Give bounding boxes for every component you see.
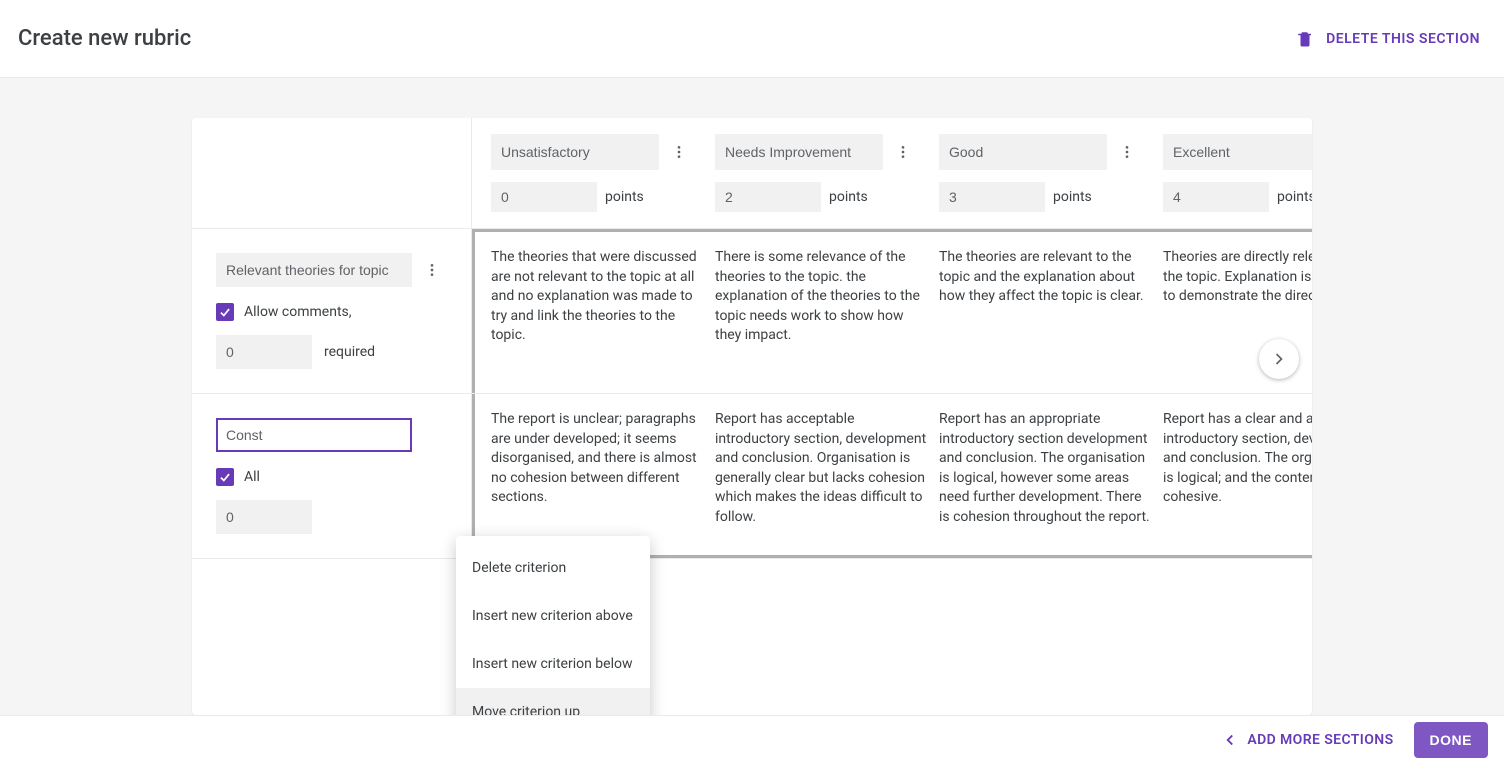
allow-comments-checkbox-0[interactable] (216, 303, 234, 321)
criterion-row-0: Allow comments, required The theories th… (192, 229, 1312, 394)
check-icon (218, 305, 232, 319)
criterion-desc-0-3[interactable]: Theories are directly relevant to the to… (1163, 248, 1312, 307)
scroll-right-button[interactable] (1259, 339, 1299, 379)
criterion-grid-0: The theories that were discussed are not… (472, 229, 1312, 393)
trash-icon (1296, 30, 1314, 48)
level-points-input-0[interactable] (491, 182, 597, 212)
page-title: Create new rubric (18, 26, 191, 51)
add-more-sections-button[interactable]: ADD MORE SECTIONS (1221, 731, 1393, 749)
add-more-sections-label: ADD MORE SECTIONS (1247, 732, 1393, 748)
level-points-input-3[interactable] (1163, 182, 1269, 212)
header-bar: Create new rubric DELETE THIS SECTION (0, 0, 1504, 78)
criterion-side-1: All (192, 394, 472, 558)
criterion-context-menu: Delete criterion Insert new criterion ab… (456, 536, 650, 715)
allow-comments-label-0: Allow comments, (244, 304, 352, 320)
more-vert-icon (895, 144, 911, 160)
chevron-left-icon (1221, 731, 1239, 749)
level-name-input-1[interactable] (715, 134, 883, 170)
menu-insert-criterion-above[interactable]: Insert new criterion above (456, 592, 650, 640)
criterion-desc-1-1[interactable]: Report has acceptable introductory secti… (715, 410, 931, 528)
criterion-grid-1: The report is unclear; paragraphs are un… (472, 394, 1312, 558)
levels-header-grid: points points (472, 118, 1312, 228)
allow-comments-checkbox-1[interactable] (216, 468, 234, 486)
level-column-2: points (939, 134, 1163, 212)
level-menu-button-2[interactable] (1115, 140, 1139, 164)
criterion-desc-0-1[interactable]: There is some relevance of the theories … (715, 248, 931, 346)
points-label: points (1053, 189, 1092, 205)
level-name-input-2[interactable] (939, 134, 1107, 170)
criterion-title-input-0[interactable] (216, 253, 412, 287)
done-button[interactable]: DONE (1414, 722, 1488, 758)
criterion-desc-0-0[interactable]: The theories that were discussed are not… (491, 248, 707, 346)
points-label: points (605, 189, 644, 205)
delete-section-button[interactable]: DELETE THIS SECTION (1296, 30, 1480, 48)
level-column-1: points (715, 134, 939, 212)
level-points-input-2[interactable] (939, 182, 1045, 212)
chevron-right-icon (1269, 349, 1289, 369)
footer-bar: ADD MORE SECTIONS DONE (0, 715, 1504, 763)
criterion-title-input-1[interactable] (216, 418, 412, 452)
workspace: points points (0, 78, 1504, 715)
level-column-0: points (491, 134, 715, 212)
menu-insert-criterion-below[interactable]: Insert new criterion below (456, 640, 650, 688)
points-label: points (829, 189, 868, 205)
allow-comments-label-1: All (244, 469, 260, 485)
more-vert-icon (671, 144, 687, 160)
points-label: points (1277, 189, 1312, 205)
level-column-3: points (1163, 134, 1312, 212)
criterion-side-0: Allow comments, required (192, 229, 472, 393)
rubric-card: points points (192, 118, 1312, 715)
menu-delete-criterion[interactable]: Delete criterion (456, 544, 650, 592)
criterion-menu-button-0[interactable] (420, 258, 444, 282)
more-vert-icon (1119, 144, 1135, 160)
required-label-0: required (324, 344, 375, 360)
menu-move-criterion-up[interactable]: Move criterion up (456, 688, 650, 715)
level-name-input-3[interactable] (1163, 134, 1312, 170)
delete-section-label: DELETE THIS SECTION (1326, 31, 1480, 47)
level-menu-button-1[interactable] (891, 140, 915, 164)
required-input-0[interactable] (216, 335, 312, 369)
levels-header-row: points points (192, 118, 1312, 229)
level-name-input-0[interactable] (491, 134, 659, 170)
criterion-desc-1-2[interactable]: Report has an appropriate introductory s… (939, 410, 1155, 528)
more-vert-icon (424, 262, 440, 278)
criterion-row-1: All The report is unclear; paragraphs ar… (192, 394, 1312, 559)
level-menu-button-0[interactable] (667, 140, 691, 164)
criterion-desc-1-3[interactable]: Report has a clear and appropriate intro… (1163, 410, 1312, 508)
check-icon (218, 470, 232, 484)
level-points-input-1[interactable] (715, 182, 821, 212)
levels-header-spacer (192, 118, 472, 228)
criterion-desc-1-0[interactable]: The report is unclear; paragraphs are un… (491, 410, 707, 508)
criterion-desc-0-2[interactable]: The theories are relevant to the topic a… (939, 248, 1155, 307)
required-input-1[interactable] (216, 500, 312, 534)
